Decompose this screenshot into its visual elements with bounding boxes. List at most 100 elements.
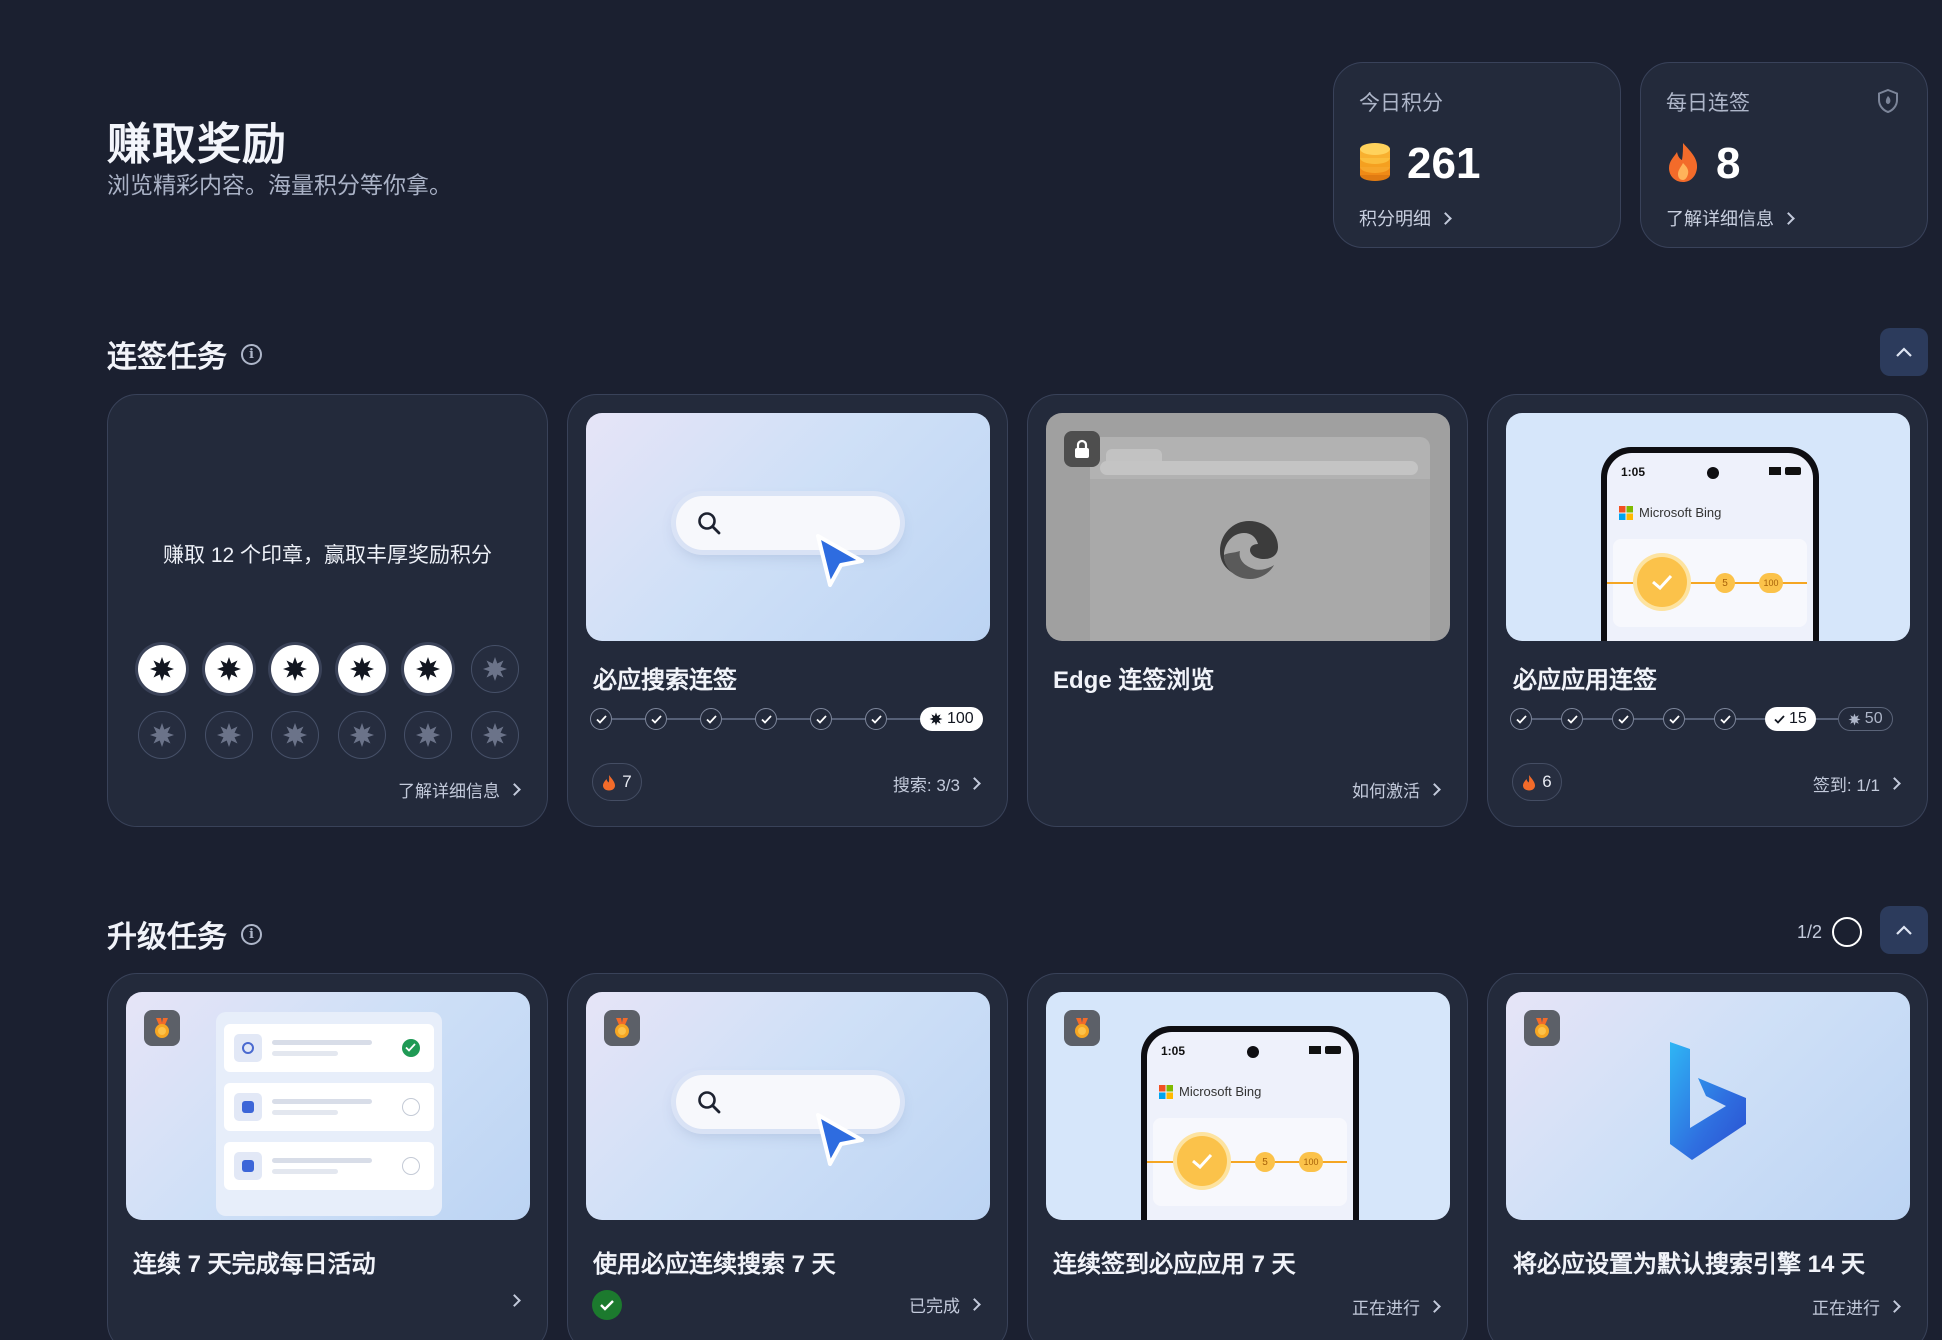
phone-camera bbox=[1247, 1046, 1259, 1058]
app-streak-card[interactable]: 1:05 Microsoft Bing 5 100 必应应用连签 15 50 6… bbox=[1487, 394, 1928, 827]
chevron-up-icon bbox=[1896, 347, 1912, 357]
medal-badge bbox=[1524, 1010, 1560, 1046]
search-streak-card[interactable]: 必应搜索连签 100 7 搜索: 3/3 bbox=[567, 394, 1008, 827]
stamp-empty bbox=[404, 711, 452, 759]
progress-check bbox=[1663, 708, 1685, 730]
phone-brand-label: Microsoft Bing bbox=[1179, 1084, 1262, 1099]
small-coin: 5 bbox=[1255, 1152, 1275, 1172]
how-to-activate-label: 如何激活 bbox=[1352, 782, 1420, 801]
streak-learn-more-label: 了解详细信息 bbox=[1666, 209, 1774, 229]
today-points-label: 今日积分 bbox=[1359, 92, 1443, 115]
next-reward-value: 50 bbox=[1864, 710, 1883, 727]
stamp-empty bbox=[204, 711, 253, 759]
streak-collapse-button[interactable] bbox=[1880, 328, 1928, 376]
checkin-coin-icon bbox=[1637, 557, 1687, 607]
search-icon bbox=[698, 1091, 721, 1114]
progress-connector bbox=[1583, 718, 1612, 720]
upgrade-card-title: 使用必应连续搜索 7 天 bbox=[593, 1251, 836, 1278]
progress-check bbox=[865, 708, 887, 730]
phone-brand-label: Microsoft Bing bbox=[1639, 505, 1722, 520]
upgrade-card-status: 正在进行 bbox=[1352, 1299, 1420, 1318]
how-to-activate-link[interactable]: 如何激活 bbox=[1352, 777, 1441, 802]
big-coin: 100 bbox=[1759, 573, 1783, 593]
coin-stack-icon bbox=[1359, 141, 1391, 188]
progress-connector bbox=[1736, 718, 1765, 720]
app-checkin-label: 签到: 1/1 bbox=[1812, 776, 1880, 795]
info-icon[interactable]: i bbox=[241, 343, 262, 365]
reward-value: 100 bbox=[947, 710, 974, 727]
daily-streak-value: 8 bbox=[1716, 139, 1741, 188]
search-flame-badge: 7 bbox=[592, 763, 642, 801]
search-icon bbox=[698, 512, 721, 535]
upgrade-card-app-checkin[interactable]: 1:05 Microsoft Bing 5 100 连续签到必应应用 7 天 正… bbox=[1027, 973, 1468, 1340]
info-icon[interactable]: i bbox=[241, 923, 262, 945]
search-flame-count: 7 bbox=[622, 772, 632, 791]
app-checkin-link[interactable]: 签到: 1/1 bbox=[1812, 771, 1901, 796]
upgrade-card-search-7days[interactable]: 使用必应连续搜索 7 天 已完成 bbox=[567, 973, 1008, 1340]
phone-illustration: 1:05 Microsoft Bing 5 100 bbox=[1601, 447, 1819, 641]
stamps-card-text: 赚取 12 个印章，赢取丰厚奖励积分 bbox=[162, 544, 493, 567]
progress-check bbox=[645, 708, 667, 730]
progress-check bbox=[1714, 708, 1736, 730]
chat-icon bbox=[234, 1093, 262, 1121]
stamps-learn-more-link[interactable]: 了解详细信息 bbox=[398, 777, 521, 802]
next-reward-pill: 50 bbox=[1837, 707, 1893, 731]
check-empty-icon bbox=[402, 1157, 420, 1175]
pager-label: 1/2 bbox=[1797, 921, 1823, 942]
stamp-earned bbox=[204, 645, 253, 693]
microsoft-logo-icon bbox=[1619, 505, 1633, 520]
progress-connector bbox=[887, 718, 920, 720]
chevron-right-icon bbox=[1888, 777, 1901, 790]
stamp-empty bbox=[138, 711, 186, 759]
current-reward-pill: 15 bbox=[1765, 707, 1816, 731]
flame-icon bbox=[1523, 774, 1536, 790]
edge-streak-title: Edge 连签浏览 bbox=[1053, 667, 1215, 694]
medal-badge bbox=[604, 1010, 640, 1046]
upgrade-card-daily-activity[interactable]: 连续 7 天完成每日活动 bbox=[107, 973, 548, 1340]
stamp-empty bbox=[470, 711, 519, 759]
search-progress-link[interactable]: 搜索: 3/3 bbox=[893, 771, 981, 796]
bing-logo-icon bbox=[1670, 1042, 1746, 1160]
upgrade-collapse-button[interactable] bbox=[1880, 906, 1928, 954]
upgrade-card-default-search[interactable]: 将必应设置为默认搜索引擎 14 天 正在进行 bbox=[1487, 973, 1928, 1340]
chevron-right-icon bbox=[1428, 783, 1441, 796]
microsoft-logo-icon bbox=[1159, 1084, 1173, 1099]
progress-check bbox=[590, 708, 612, 730]
completed-check-icon bbox=[592, 1290, 622, 1320]
edge-streak-card[interactable]: Edge 连签浏览 如何激活 bbox=[1027, 394, 1468, 827]
upgrade-pager: 1/2 bbox=[1797, 917, 1863, 947]
check-empty-icon bbox=[402, 1098, 420, 1116]
upgrade-section-header: 升级任务 i bbox=[107, 912, 262, 956]
pager-ring-icon[interactable] bbox=[1832, 917, 1863, 947]
phone-status-icons bbox=[1309, 1046, 1341, 1054]
phone-brand: Microsoft Bing bbox=[1619, 505, 1721, 520]
upgrade-card-link[interactable] bbox=[508, 1294, 521, 1307]
medal-icon bbox=[155, 1018, 169, 1038]
upgrade-card-status: 正在进行 bbox=[1812, 1299, 1880, 1318]
flame-icon bbox=[603, 774, 616, 790]
page-subtitle: 浏览精彩内容。海量积分等你拿。 bbox=[107, 172, 452, 198]
battery-icon bbox=[1785, 467, 1801, 475]
upgrade-card-status-link[interactable]: 已完成 bbox=[909, 1292, 981, 1317]
points-detail-link[interactable]: 积分明细 bbox=[1359, 205, 1595, 231]
flame-icon bbox=[1666, 141, 1700, 188]
upgrade-section-title: 升级任务 bbox=[107, 921, 227, 954]
shield-icon[interactable] bbox=[1877, 88, 1899, 118]
chevron-right-icon bbox=[968, 777, 981, 790]
upgrade-card-status-link[interactable]: 正在进行 bbox=[1812, 1294, 1901, 1319]
app-flame-badge: 6 bbox=[1512, 763, 1562, 801]
chevron-right-icon bbox=[508, 783, 521, 796]
current-reward-value: 15 bbox=[1789, 710, 1807, 727]
upgrade-card-status-link[interactable]: 正在进行 bbox=[1352, 1294, 1441, 1319]
signal-icon bbox=[1769, 467, 1781, 475]
edge-logo-icon bbox=[1220, 521, 1278, 579]
search-bar-illustration bbox=[676, 496, 900, 550]
app-streak-thumbnail: 1:05 Microsoft Bing 5 100 bbox=[1506, 413, 1910, 641]
lock-badge bbox=[1064, 431, 1100, 467]
phone-time: 1:05 bbox=[1621, 465, 1646, 479]
check-done-icon bbox=[402, 1039, 420, 1057]
medal-icon bbox=[615, 1018, 629, 1038]
chevron-right-icon bbox=[508, 1294, 521, 1307]
streak-learn-more-link[interactable]: 了解详细信息 bbox=[1666, 205, 1902, 231]
phone-brand: Microsoft Bing bbox=[1159, 1084, 1261, 1099]
